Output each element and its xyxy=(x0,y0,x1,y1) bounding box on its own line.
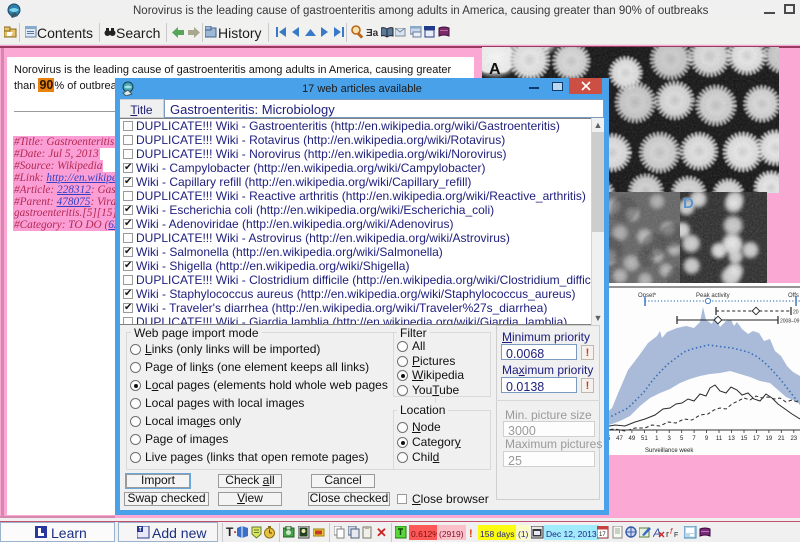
svg-text:Offs: Offs xyxy=(788,293,799,299)
svg-text:19: 19 xyxy=(766,436,773,442)
svg-text:A: A xyxy=(489,61,501,78)
svg-text:13: 13 xyxy=(728,436,735,442)
svg-text:2008–09: 2008–09 xyxy=(780,319,800,325)
svg-text:17: 17 xyxy=(753,436,760,442)
svg-text:51: 51 xyxy=(641,436,648,442)
svg-text:47: 47 xyxy=(616,436,623,442)
svg-text:F: F xyxy=(674,532,678,539)
svg-text:D: D xyxy=(683,195,694,212)
svg-text:23: 23 xyxy=(790,436,797,442)
svg-text:11: 11 xyxy=(716,436,723,442)
svg-text:20: 20 xyxy=(793,310,799,316)
svg-text:Surveillance week: Surveillance week xyxy=(645,448,694,454)
svg-text:17: 17 xyxy=(599,532,606,538)
svg-text:f: f xyxy=(670,527,673,536)
svg-text:49: 49 xyxy=(629,436,636,442)
svg-text:21: 21 xyxy=(778,436,785,442)
svg-text:Peak activity: Peak activity xyxy=(696,293,730,299)
svg-text:15: 15 xyxy=(741,436,748,442)
svg-text:r: r xyxy=(666,529,669,539)
